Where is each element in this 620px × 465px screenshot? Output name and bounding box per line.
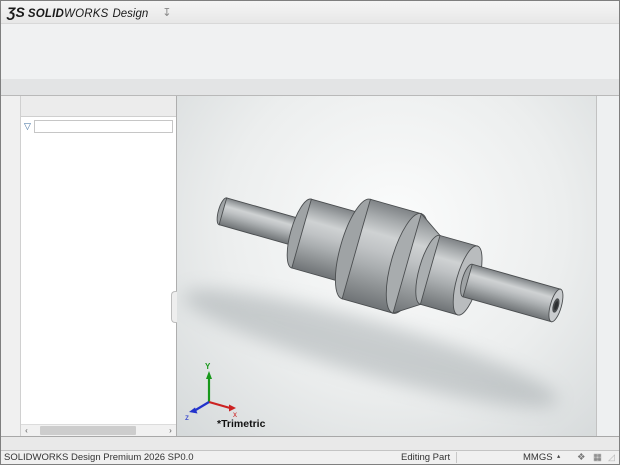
status-separator	[456, 452, 457, 463]
tree-filter-input[interactable]	[34, 120, 173, 133]
filter-funnel-icon: ▽	[24, 121, 31, 132]
logo-works-text: WORKS	[64, 8, 108, 20]
scrollbar-thumb[interactable]	[40, 426, 136, 435]
x-axis-label: x	[233, 410, 237, 419]
logo-mark-icon: ƷS	[7, 4, 25, 20]
pin-icon[interactable]: ↧	[162, 6, 171, 19]
graphics-area[interactable]: *Trimetric Y x z	[177, 96, 596, 436]
title-bar: ƷS SOLID WORKS Design ↧	[1, 1, 619, 24]
task-pane	[596, 96, 619, 436]
unit-dropdown-icon[interactable]: ▴	[557, 452, 560, 460]
y-axis-arrow	[206, 371, 212, 379]
feature-manager-tab-bar	[21, 96, 176, 117]
left-toolbar-strip	[1, 96, 21, 436]
tree-filter-row: ▽	[21, 117, 176, 136]
y-axis-label: Y	[205, 362, 211, 371]
model-scene	[177, 96, 596, 436]
tag-icon[interactable]: ❖	[577, 452, 586, 463]
solidworks-window: ƷS SOLID WORKS Design ↧ ^ ▽ ‹ ›	[0, 0, 620, 465]
app-version-text: SOLIDWORKS Design Premium 2026 SP0.0	[4, 452, 194, 463]
feature-tree	[21, 136, 176, 436]
document-tabs	[1, 436, 619, 450]
status-bar: SOLIDWORKS Design Premium 2026 SP0.0 Edi…	[1, 450, 619, 464]
tree-horizontal-scrollbar[interactable]: ‹ ›	[21, 424, 176, 436]
command-manager-tabs	[1, 79, 619, 96]
resize-grip[interactable]: ◿	[608, 452, 618, 462]
logo-design-text: Design	[112, 8, 148, 20]
unit-system-selector[interactable]: MMGS	[523, 452, 553, 463]
scroll-left-icon[interactable]: ‹	[21, 426, 32, 435]
scrollbar-track[interactable]	[32, 426, 165, 435]
solidworks-logo: ƷS SOLID WORKS Design	[7, 4, 148, 20]
scroll-right-icon[interactable]: ›	[165, 426, 176, 435]
command-manager-ribbon	[1, 24, 619, 79]
editing-status-text: Editing Part	[401, 452, 450, 463]
model-shaft[interactable]	[177, 158, 596, 427]
reference-triad: Y x z	[185, 362, 239, 420]
logo-solid-text: SOLID	[28, 8, 64, 20]
z-axis-label: z	[185, 413, 189, 420]
feature-manager-panel: ▽ ‹ ›	[21, 96, 177, 436]
main-area: ▽ ‹ ›	[1, 96, 619, 436]
panel-icon[interactable]: ▦	[593, 452, 602, 463]
